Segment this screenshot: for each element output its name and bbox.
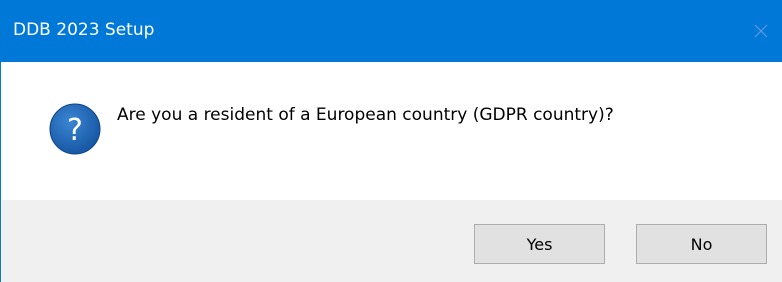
yes-button[interactable]: Yes (474, 224, 605, 264)
question-icon: ? (49, 103, 101, 155)
close-button[interactable] (739, 0, 782, 62)
dialog-message: Are you a resident of a European country… (117, 105, 614, 125)
no-button[interactable]: No (636, 224, 767, 264)
close-icon (754, 24, 768, 38)
title-bar[interactable]: DDB 2023 Setup (1, 0, 782, 62)
button-bar: Yes No (2, 200, 782, 282)
window-title: DDB 2023 Setup (13, 20, 155, 40)
setup-dialog: DDB 2023 Setup ? Are you a resident of a… (0, 0, 782, 282)
svg-text:?: ? (67, 113, 83, 148)
dialog-content: ? Are you a resident of a European count… (2, 62, 782, 200)
